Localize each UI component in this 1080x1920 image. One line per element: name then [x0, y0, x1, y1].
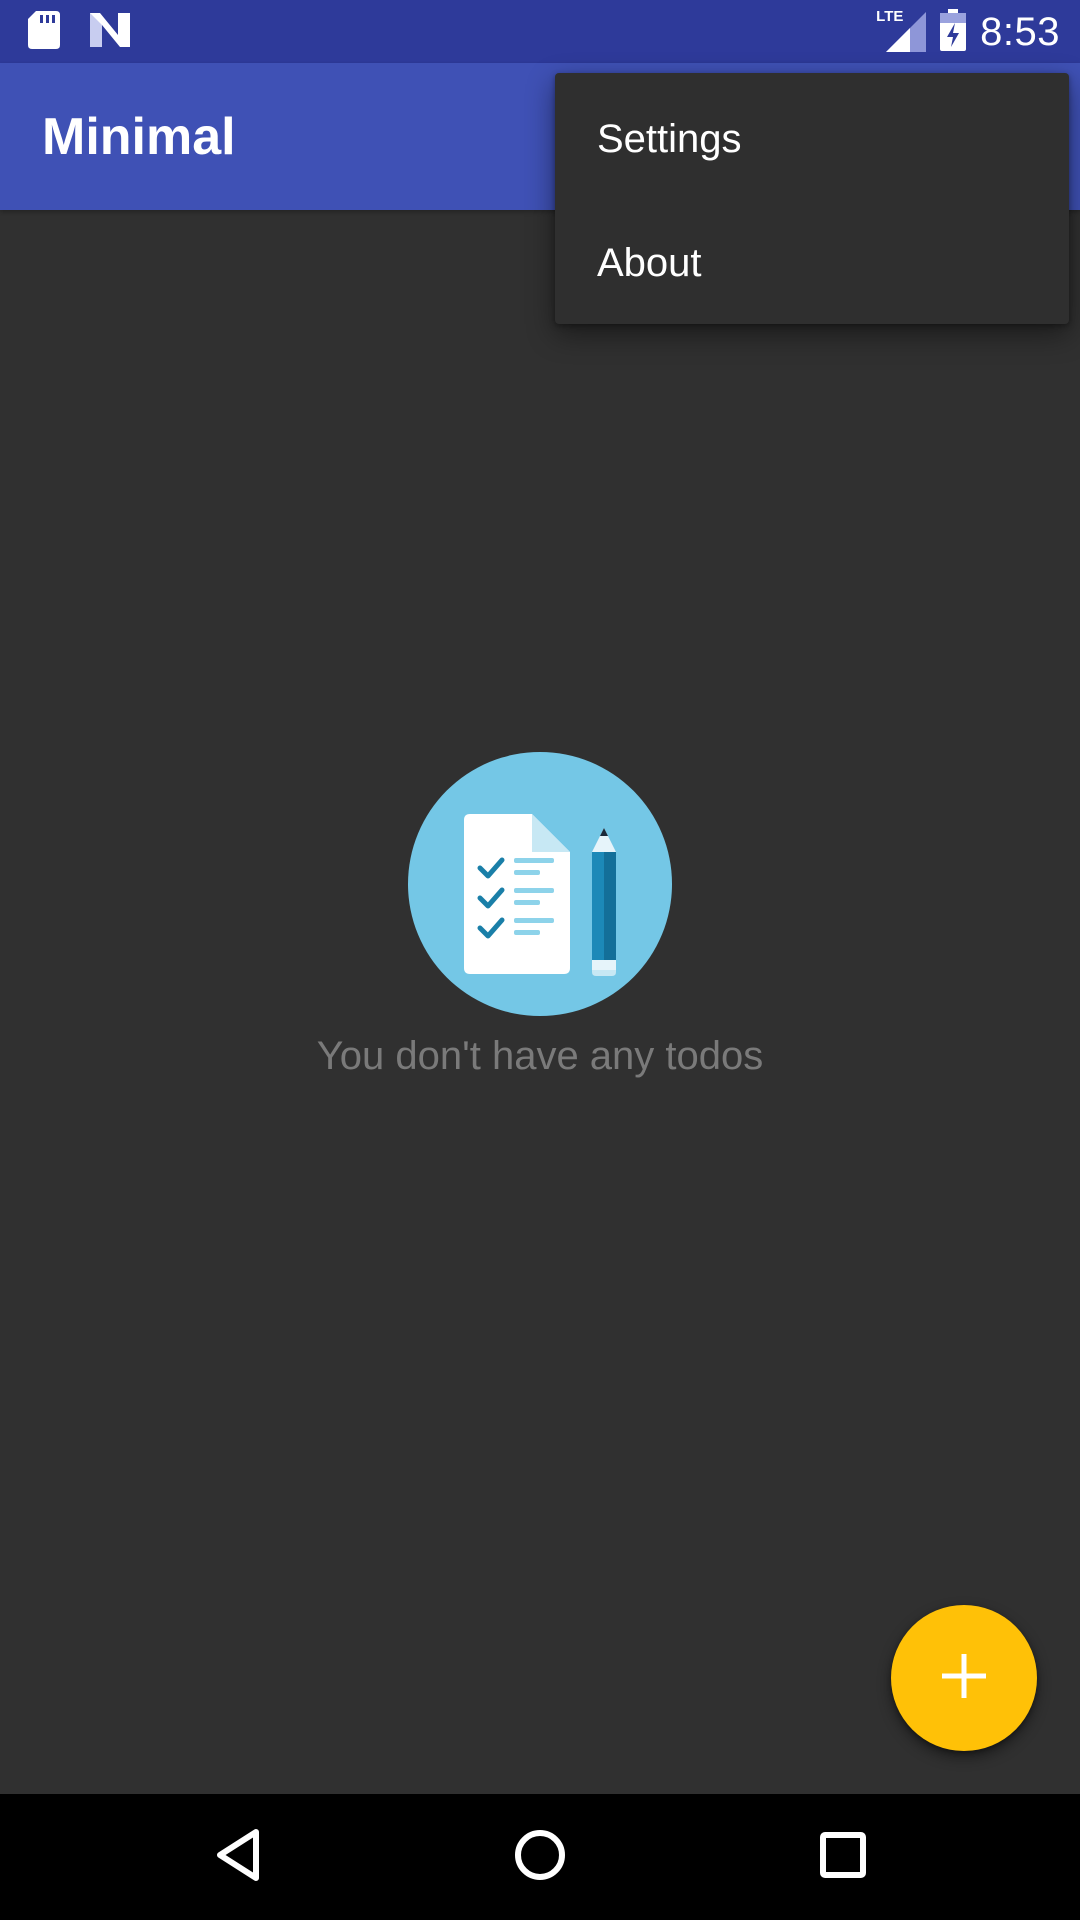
navigation-bar: [0, 1794, 1080, 1920]
menu-item-about[interactable]: About: [555, 201, 1069, 325]
status-right-icons: LTE 8:53: [876, 6, 1060, 58]
notification-n-icon: [90, 12, 130, 52]
status-bar: LTE 8:53: [0, 0, 1080, 63]
empty-state-message: You don't have any todos: [316, 1034, 764, 1078]
nav-home-button[interactable]: [500, 1817, 580, 1897]
checklist-pencil-icon: [408, 752, 672, 1016]
app-title: Minimal: [42, 108, 236, 166]
overflow-menu: Settings About: [555, 73, 1069, 324]
status-time: 8:53: [980, 9, 1060, 54]
battery-charging-icon: [940, 8, 967, 56]
recents-icon: [820, 1831, 866, 1883]
sd-card-icon: [28, 10, 60, 54]
nav-back-button[interactable]: [198, 1817, 278, 1897]
menu-item-settings[interactable]: Settings: [555, 77, 1069, 201]
add-todo-button[interactable]: [891, 1605, 1037, 1751]
home-icon: [514, 1829, 566, 1886]
lte-signal-icon: LTE: [876, 8, 927, 52]
nav-recents-button[interactable]: [803, 1817, 883, 1897]
status-left-icons: [28, 10, 130, 54]
lte-label: LTE: [876, 8, 904, 25]
back-icon: [214, 1828, 262, 1887]
plus-icon: [942, 1653, 986, 1703]
